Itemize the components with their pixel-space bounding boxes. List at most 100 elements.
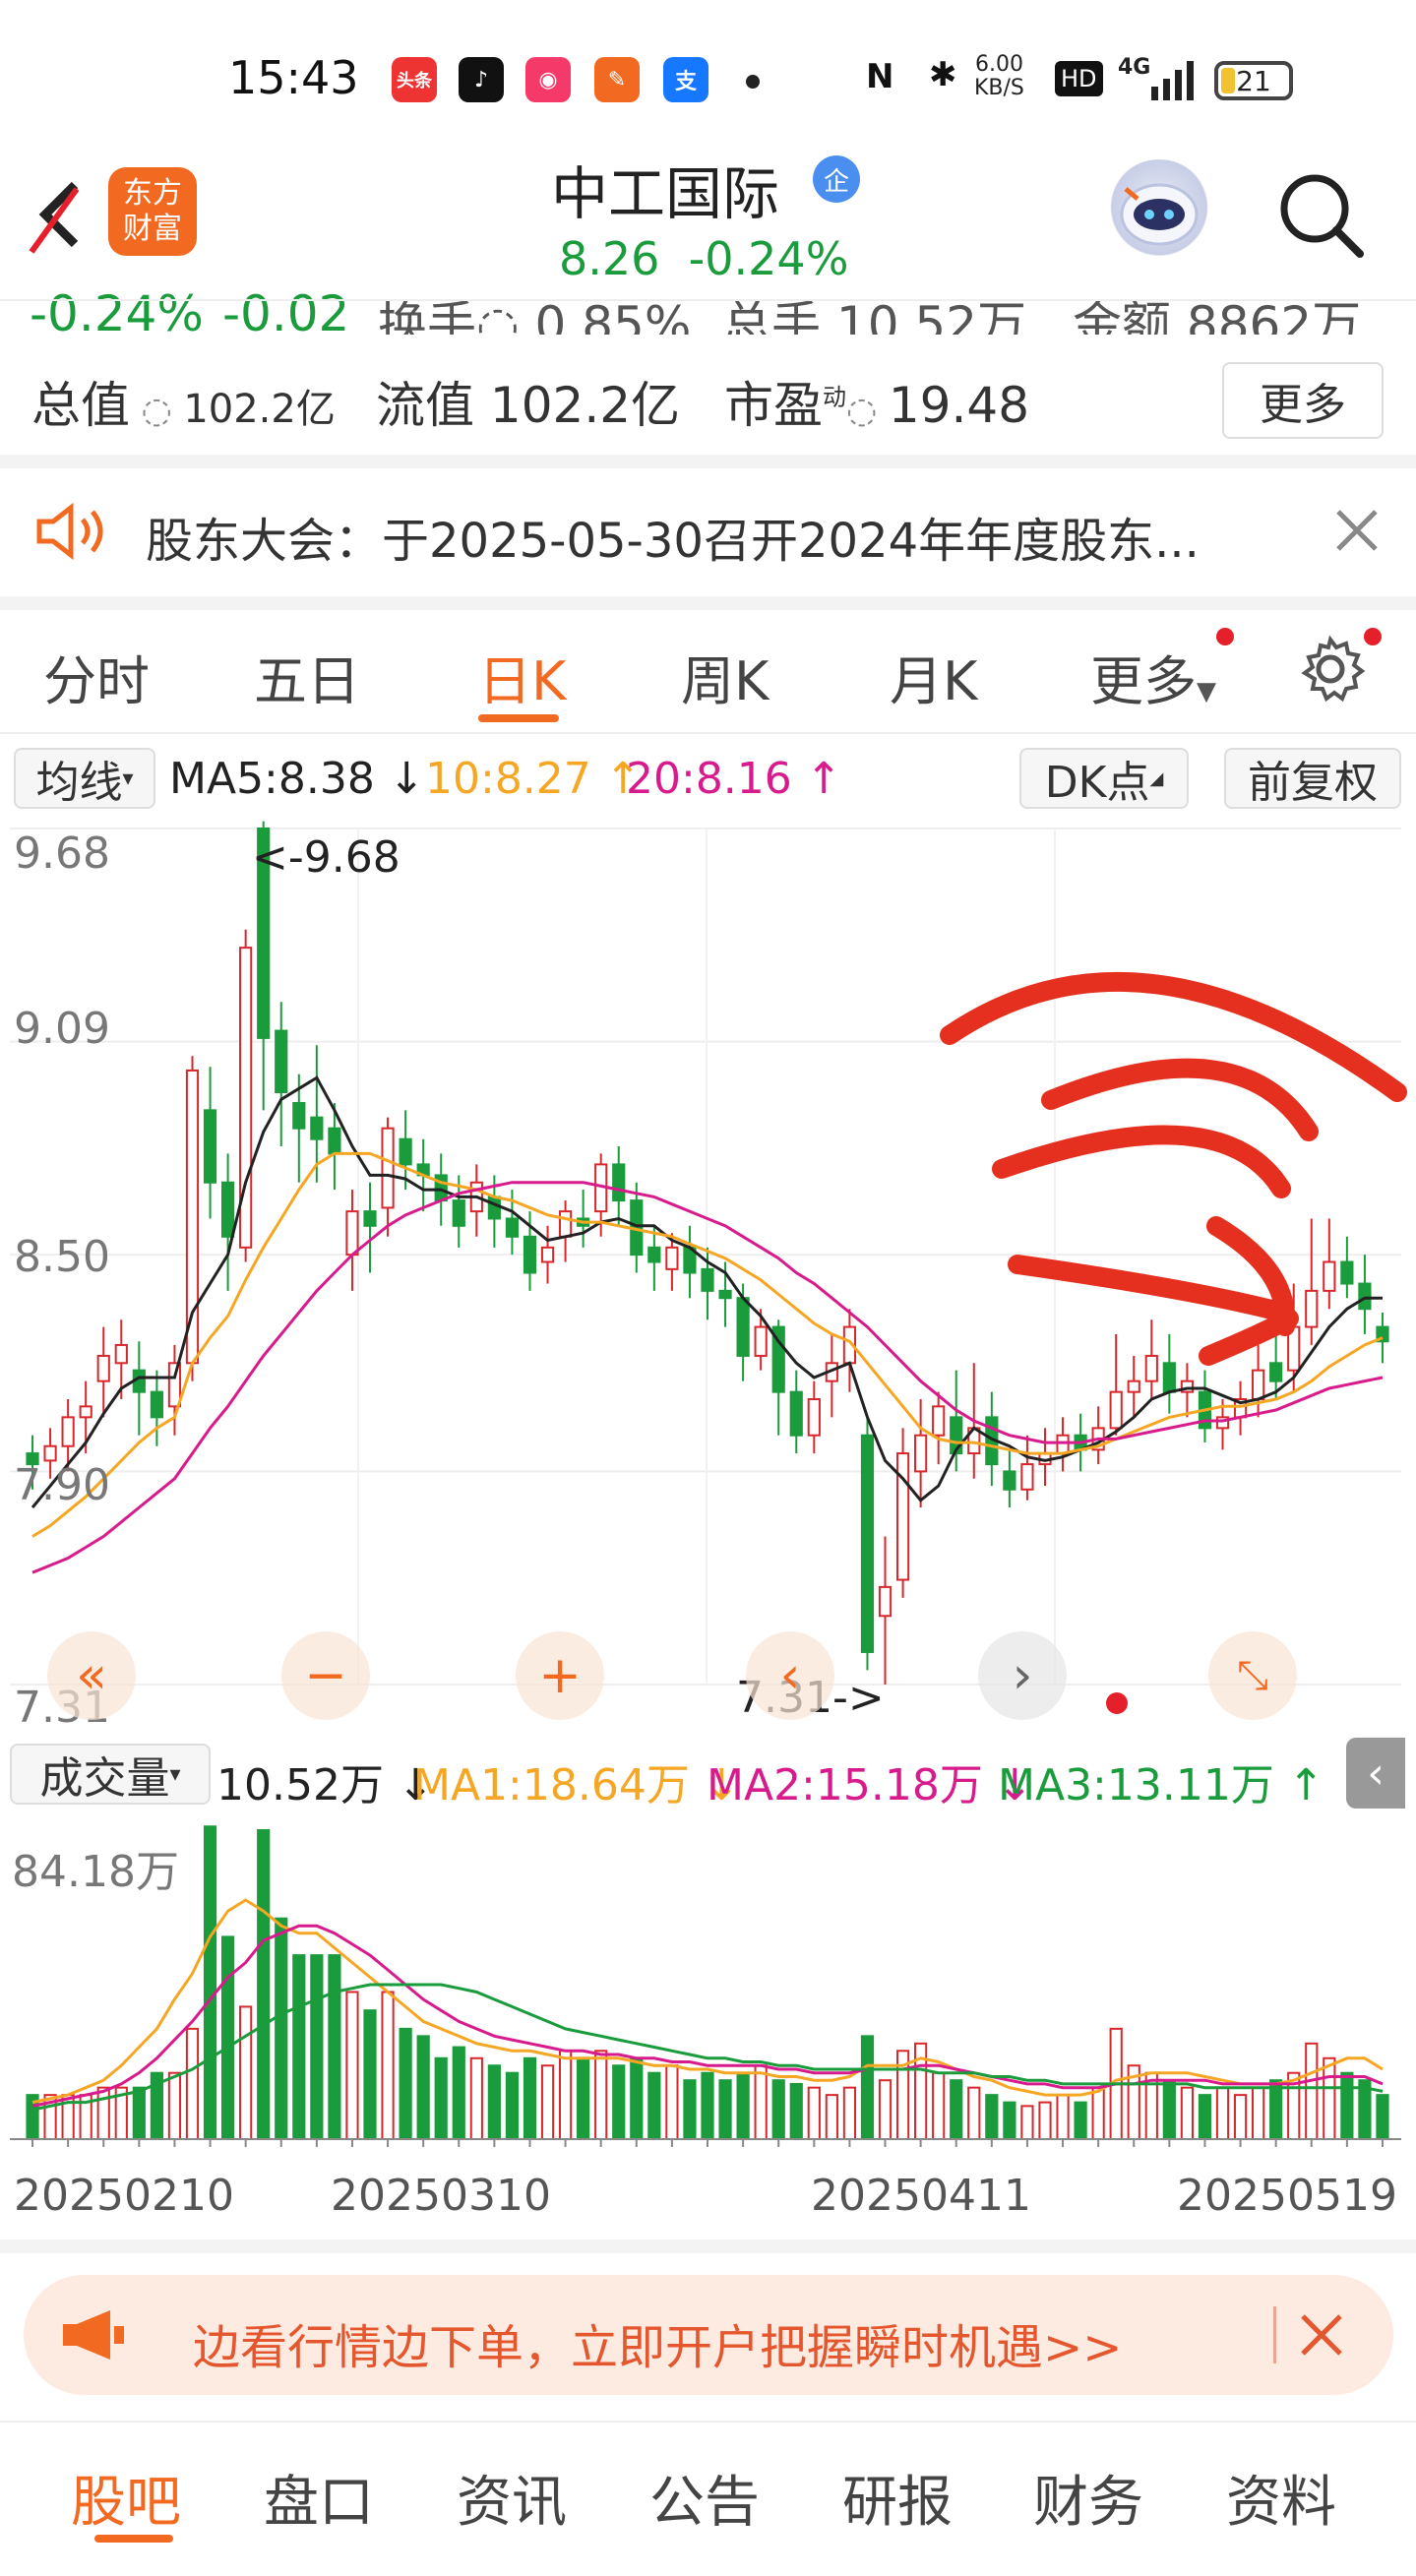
price-tick: 9.09 [14,1004,110,1054]
volume-bar [416,2035,430,2140]
price-tick: 7.90 [14,1460,110,1510]
volume-bar [665,2064,679,2140]
nav-research[interactable]: 研报 [842,2458,953,2538]
close-notice-icon[interactable] [1332,506,1382,555]
scroll-far-left-icon[interactable]: « [47,1631,136,1720]
nav-finance[interactable]: 财务 [1033,2458,1143,2538]
candle-body [1020,1463,1034,1491]
candle-body [203,1109,217,1184]
volume-bar [878,2079,893,2141]
candle-body [96,1354,110,1382]
candle-body [381,1127,395,1209]
candle-body [452,1199,465,1227]
zoom-out-icon[interactable]: − [281,1631,370,1720]
back-icon[interactable] [22,175,91,254]
volume-bar [1252,2086,1265,2140]
battery-icon: 21 [1214,61,1293,100]
volume-bar [1215,2086,1230,2140]
candle-body [1323,1260,1336,1292]
candle-body [310,1116,324,1140]
candle-body [185,1069,200,1365]
fullscreen-icon[interactable]: ⤡ [1208,1631,1297,1720]
event-marker[interactable] [1106,1692,1128,1714]
speaker-icon [33,500,112,563]
candle-body [43,1444,57,1462]
volume-stat: 总手 10.52万 [722,296,1027,335]
candle-body [1144,1354,1158,1382]
nav-pankou[interactable]: 盘口 [264,2458,374,2538]
volume-bar [647,2071,661,2141]
signal-label: 4G [1118,55,1151,80]
volume-bar [1091,2086,1105,2140]
volume-bar [1180,2086,1194,2140]
volume-bar [292,1954,306,2140]
volume-bar [807,2086,821,2140]
status-time: 15:43 [228,51,359,104]
candle-body [895,1452,910,1581]
candle-body [487,1196,501,1220]
candle-body [558,1210,573,1238]
volume-bar [345,1991,359,2140]
pe-stat: 市盈动◌ 19.48 [724,377,1029,434]
volume-bar [950,2079,963,2141]
volume-bar [860,2035,875,2140]
volume-bar [1162,2079,1176,2141]
collapse-panel-icon[interactable]: ‹ [1346,1738,1405,1809]
candle-body [932,1405,946,1437]
candle-body [61,1416,75,1447]
volume-bar [487,2064,501,2140]
nav-active-indicator [94,2535,173,2543]
candle-body [275,1029,288,1093]
volume-bar [967,2086,981,2140]
volume-indicator-select[interactable]: 成交量 ▾ [10,1744,211,1805]
zoom-in-icon[interactable]: + [516,1631,604,1720]
volume-bar [469,2056,483,2140]
nav-announcements[interactable]: 公告 [649,2458,760,2538]
candle-body [292,1101,306,1130]
signal-icon [1149,59,1201,100]
tab-more[interactable]: 更多▼ [1090,638,1216,715]
news-app-icon: ✎ [594,57,640,102]
volume-bar [1376,2094,1389,2140]
nfc-icon: N [866,57,894,96]
volume-bar [452,2046,465,2140]
price-tick: 9.68 [14,828,110,879]
nav-news[interactable]: 资讯 [457,2458,567,2538]
nav-guba[interactable]: 股吧 [71,2458,181,2538]
volume-bar [612,2064,626,2140]
candle-body [860,1434,875,1653]
volume-bar [434,2056,448,2140]
volume-bar [363,2009,377,2140]
volume-bar [257,1829,271,2140]
adjust-select[interactable]: 前复权 [1224,748,1401,809]
close-banner-icon[interactable] [1297,2310,1346,2360]
volume-bar [1323,2056,1336,2140]
tab-daily-k[interactable]: 日K [478,638,566,715]
volume-readout: 10.52万 ↓ [216,1760,434,1810]
more-stats-button[interactable]: 更多 [1222,362,1384,439]
banner-divider [1273,2306,1276,2363]
candle-body [1056,1434,1070,1455]
more-notifications-icon [746,75,760,89]
volume-chart[interactable] [0,1814,1416,2149]
nav-profile[interactable]: 资料 [1226,2458,1336,2538]
volume-bar [239,2005,253,2140]
scroll-right-icon[interactable]: › [978,1631,1067,1720]
dk-point-button[interactable]: DK点 ◢ [1019,748,1189,809]
tab-intraday[interactable]: 分时 [43,638,150,715]
tab-five-day[interactable]: 五日 [254,638,360,715]
vol-ma2-readout: MA2:15.18万 ↓ [707,1760,1033,1810]
date-tick: 20250411 [811,2171,1031,2221]
candlestick-chart[interactable] [0,817,1416,1732]
ai-assistant-robot-icon[interactable] [1106,159,1212,266]
scroll-left-icon[interactable]: ‹ [746,1631,834,1720]
high-annotation: <-9.68 [252,832,400,883]
volume-bar [630,2056,644,2140]
candle-body [1305,1289,1319,1328]
settings-gear-icon[interactable] [1295,634,1366,705]
tab-monthly-k[interactable]: 月K [890,638,977,715]
indicator-select[interactable]: 均线 ▾ [14,748,155,809]
tab-weekly-k[interactable]: 周K [681,638,769,715]
search-icon[interactable] [1275,169,1366,260]
tiktok-icon: ♪ [459,57,504,102]
